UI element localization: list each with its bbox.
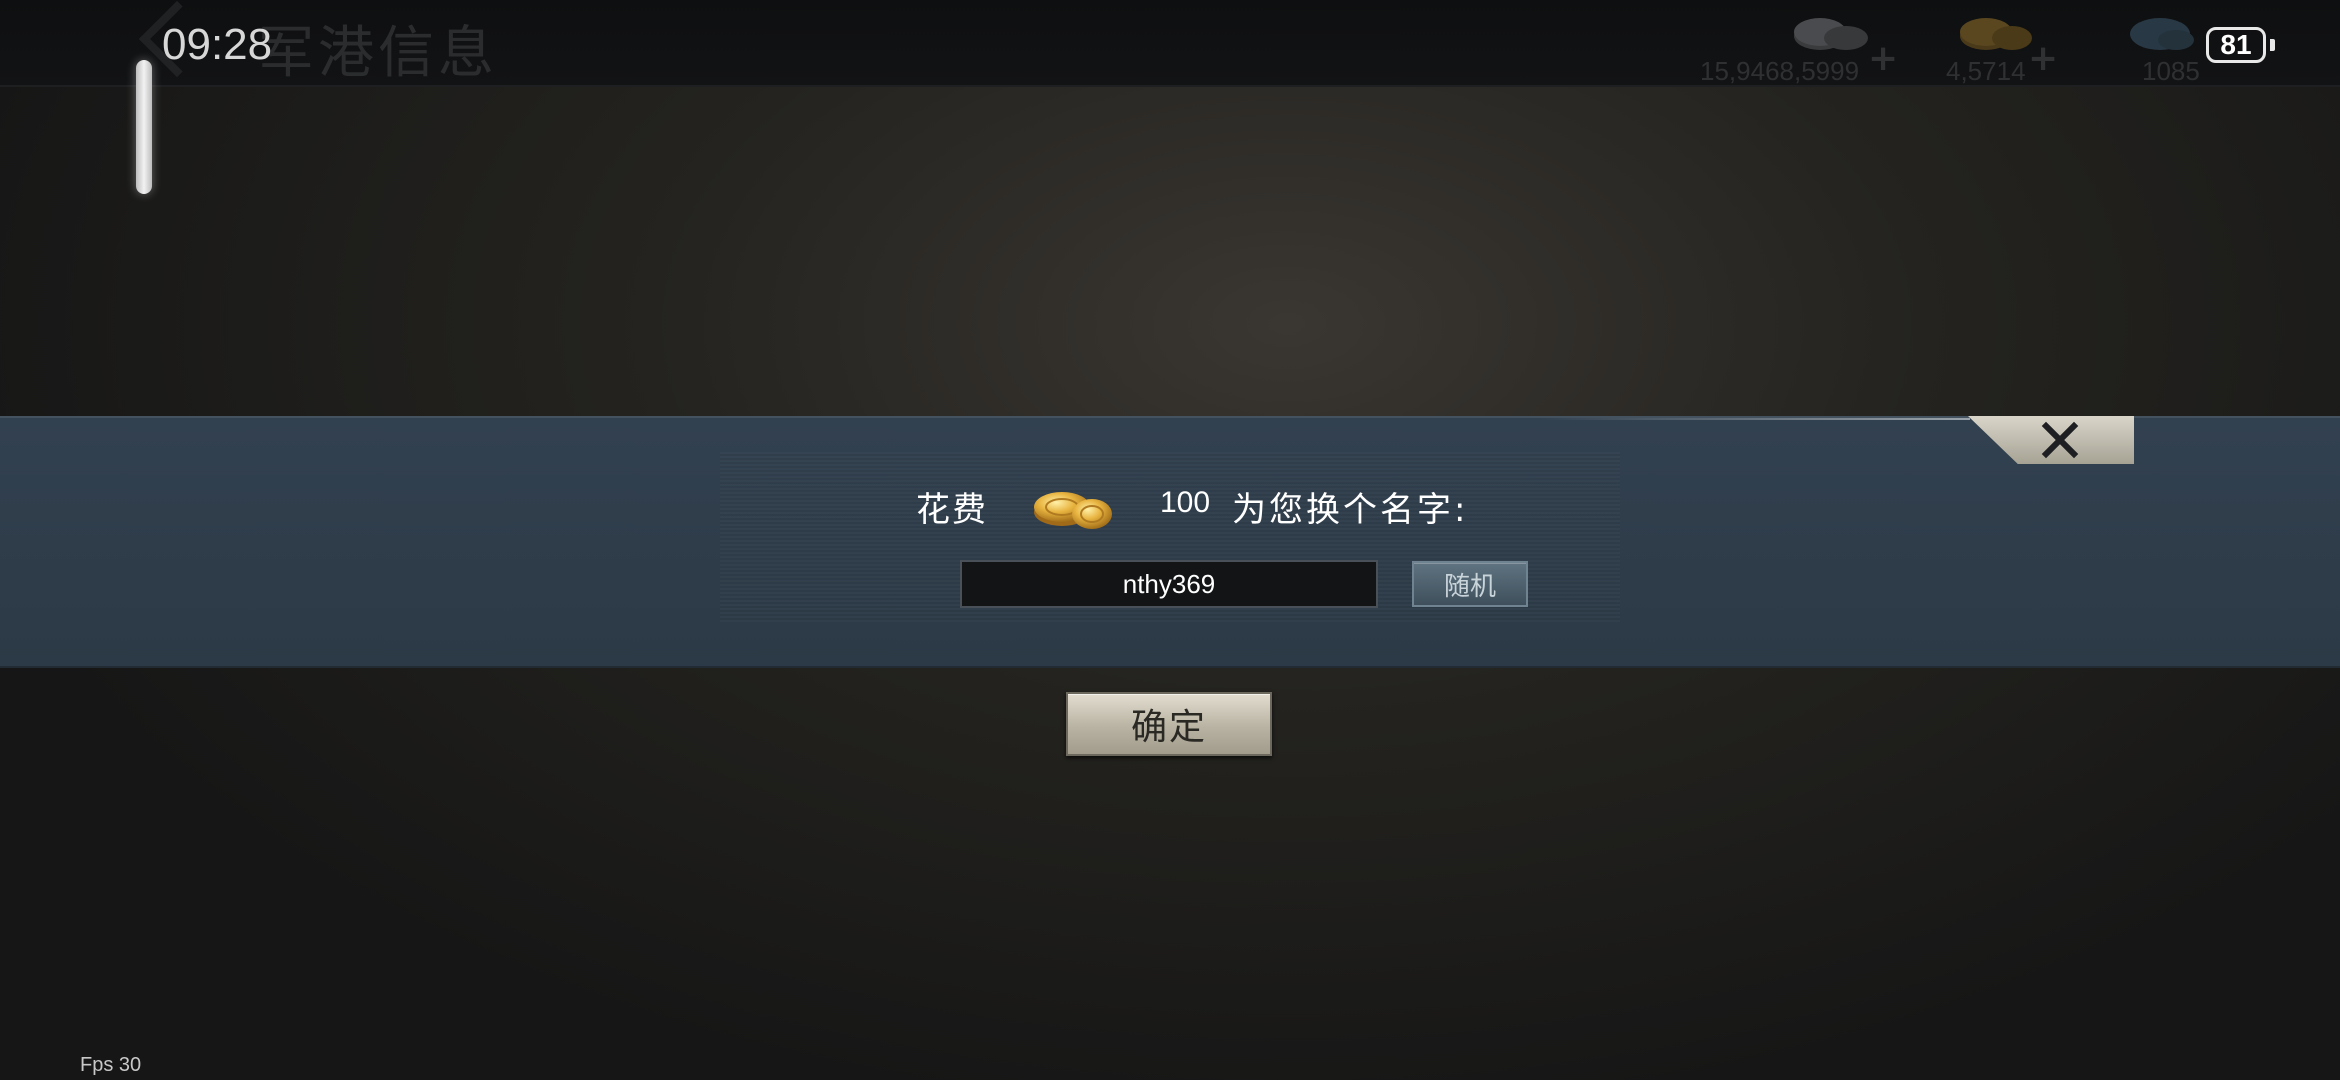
gem-value: 1085: [2142, 56, 2200, 86]
cost-prefix: 花费: [916, 490, 988, 530]
gold-value: 4,5714: [1946, 56, 2026, 86]
top-bar: 军港信息 15,9468,5999 + 4,5714 + 1085: [0, 0, 2340, 87]
battery-tip-icon: [2270, 39, 2275, 51]
gold-plus-icon[interactable]: +: [2028, 38, 2058, 79]
cost-row: 花费 100 为您换个名字:: [0, 478, 2340, 534]
status-time: 09:28: [162, 20, 273, 69]
cost-suffix: 为您换个名字:: [1232, 490, 1469, 530]
fps-counter: Fps 30: [80, 1054, 142, 1076]
side-handle[interactable]: [136, 60, 152, 194]
cost-amount: 100: [1160, 486, 1211, 519]
gem-icon: [2130, 18, 2194, 50]
confirm-button[interactable]: 确定: [1066, 692, 1272, 756]
random-name-button[interactable]: 随机: [1412, 561, 1528, 607]
close-icon[interactable]: [2040, 420, 2080, 460]
rename-dialog: [0, 416, 2340, 668]
silver-resource[interactable]: 15,9468,5999 +: [1700, 4, 1900, 86]
dialog-top-line: [1540, 418, 1970, 420]
silver-coins-icon: [1794, 18, 1868, 50]
gold-coins-icon: [1960, 18, 2032, 50]
name-input[interactable]: [960, 560, 1378, 608]
silver-plus-icon[interactable]: +: [1868, 38, 1898, 79]
silver-value: 15,9468,5999: [1700, 56, 1860, 86]
battery-indicator: 81: [2206, 27, 2266, 63]
page-title: 军港信息: [258, 21, 498, 86]
gold-coin-icon: [1034, 492, 1112, 529]
gold-resource[interactable]: 4,5714 +: [1946, 4, 2076, 86]
gem-resource[interactable]: 1085: [2120, 4, 2220, 86]
